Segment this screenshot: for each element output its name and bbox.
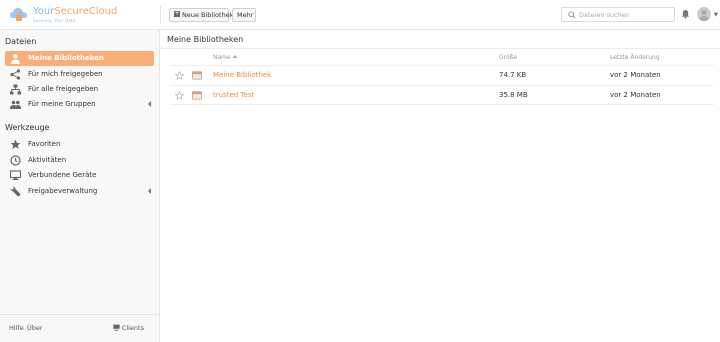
share-icon [10, 69, 21, 80]
sidebar-item-label: Favoriten [28, 140, 61, 148]
expand-arrow-icon[interactable] [148, 101, 151, 107]
search-box[interactable] [561, 7, 675, 22]
top-header: YourSecureCloud Securely. Your Data. + Ne… [0, 0, 720, 30]
sidebar-item-shared-with-all[interactable]: Für alle freigegeben [5, 82, 154, 97]
column-header-size[interactable]: Größe [499, 54, 517, 61]
column-header-name[interactable]: Name [213, 54, 237, 61]
table-row[interactable]: trusted Test 35.8 MB vor 2 Monaten [170, 85, 714, 105]
library-name-link[interactable]: trusted Test [213, 91, 254, 99]
sidebar-footer: Hilfe Über Clients [0, 314, 159, 342]
library-name-link[interactable]: Meine Bibliothek [213, 71, 271, 79]
sort-up-icon [232, 55, 237, 58]
cloud-lock-icon [10, 8, 27, 21]
logo-tagline: Securely. Your Data. [33, 18, 77, 23]
help-link[interactable]: Hilfe [9, 324, 24, 332]
sidebar-item-my-libraries[interactable]: Meine Bibliotheken [5, 51, 154, 66]
wrench-icon [10, 186, 21, 197]
column-header-modified[interactable]: Letzte Änderung [610, 54, 660, 61]
library-icon [192, 91, 202, 100]
main-content: Meine Bibliotheken Name Größe Letzte Änd… [161, 30, 720, 342]
sidebar-item-label: Für mich freigegeben [28, 70, 103, 78]
chevron-down-icon[interactable]: ▼ [714, 12, 718, 18]
header-divider [160, 6, 161, 24]
sidebar-item-label: Verbundene Geräte [28, 171, 97, 179]
clock-icon [10, 155, 21, 166]
sidebar-item-favorites[interactable]: Favoriten [5, 137, 154, 152]
sidebar-item-label: Für alle freigegeben [28, 85, 99, 93]
sidebar-item-label: Aktivitäten [28, 156, 67, 164]
tools-section-title: Werkzeuge [5, 123, 50, 132]
files-section-title: Dateien [5, 37, 37, 46]
clients-link[interactable]: Clients [113, 324, 144, 332]
library-icon [192, 71, 202, 80]
sidebar-item-share-admin[interactable]: Freigabeverwaltung [5, 184, 154, 199]
monitor-icon [113, 324, 120, 331]
sidebar: Dateien Meine Bibliotheken Für mich frei… [0, 30, 160, 342]
library-modified: vor 2 Monaten [610, 71, 661, 79]
new-library-button[interactable]: + Neue Bibliothek [169, 8, 233, 22]
group-icon [10, 100, 21, 109]
plus-icon: + [174, 10, 180, 17]
sidebar-item-shared-with-me[interactable]: Für mich freigegeben [5, 67, 154, 82]
sidebar-item-label: Freigabeverwaltung [28, 187, 98, 195]
table-row[interactable]: Meine Bibliothek 74.7 KB vor 2 Monaten [170, 65, 714, 85]
star-icon [10, 139, 21, 149]
sidebar-item-my-groups[interactable]: Für meine Gruppen [5, 97, 154, 112]
sidebar-item-label: Meine Bibliotheken [28, 54, 104, 62]
divider [161, 48, 720, 49]
logo-text: YourSecureCloud [33, 6, 118, 17]
bell-icon[interactable] [681, 9, 690, 19]
sidebar-item-label: Für meine Gruppen [28, 100, 96, 108]
user-avatar-icon [699, 9, 709, 21]
library-modified: vor 2 Monaten [610, 91, 661, 99]
user-icon [11, 54, 20, 64]
page-title: Meine Bibliotheken [167, 35, 244, 44]
library-size: 35.8 MB [499, 91, 528, 99]
logo[interactable]: YourSecureCloud Securely. Your Data. [9, 4, 159, 26]
clients-label: Clients [121, 324, 144, 332]
search-icon [568, 11, 576, 19]
search-input[interactable] [579, 9, 671, 20]
sidebar-item-activities[interactable]: Aktivitäten [5, 153, 154, 168]
about-link[interactable]: Über [27, 324, 43, 332]
library-size: 74.7 KB [499, 71, 527, 79]
new-library-label: Neue Bibliothek [182, 11, 234, 19]
sidebar-item-linked-devices[interactable]: Verbundene Geräte [5, 168, 154, 183]
expand-arrow-icon[interactable] [148, 188, 151, 194]
more-button[interactable]: Mehr [232, 8, 256, 22]
star-outline-icon[interactable] [175, 71, 184, 80]
avatar[interactable] [697, 7, 711, 21]
monitor-icon [10, 170, 21, 180]
org-icon [10, 84, 21, 95]
star-outline-icon[interactable] [175, 91, 184, 100]
